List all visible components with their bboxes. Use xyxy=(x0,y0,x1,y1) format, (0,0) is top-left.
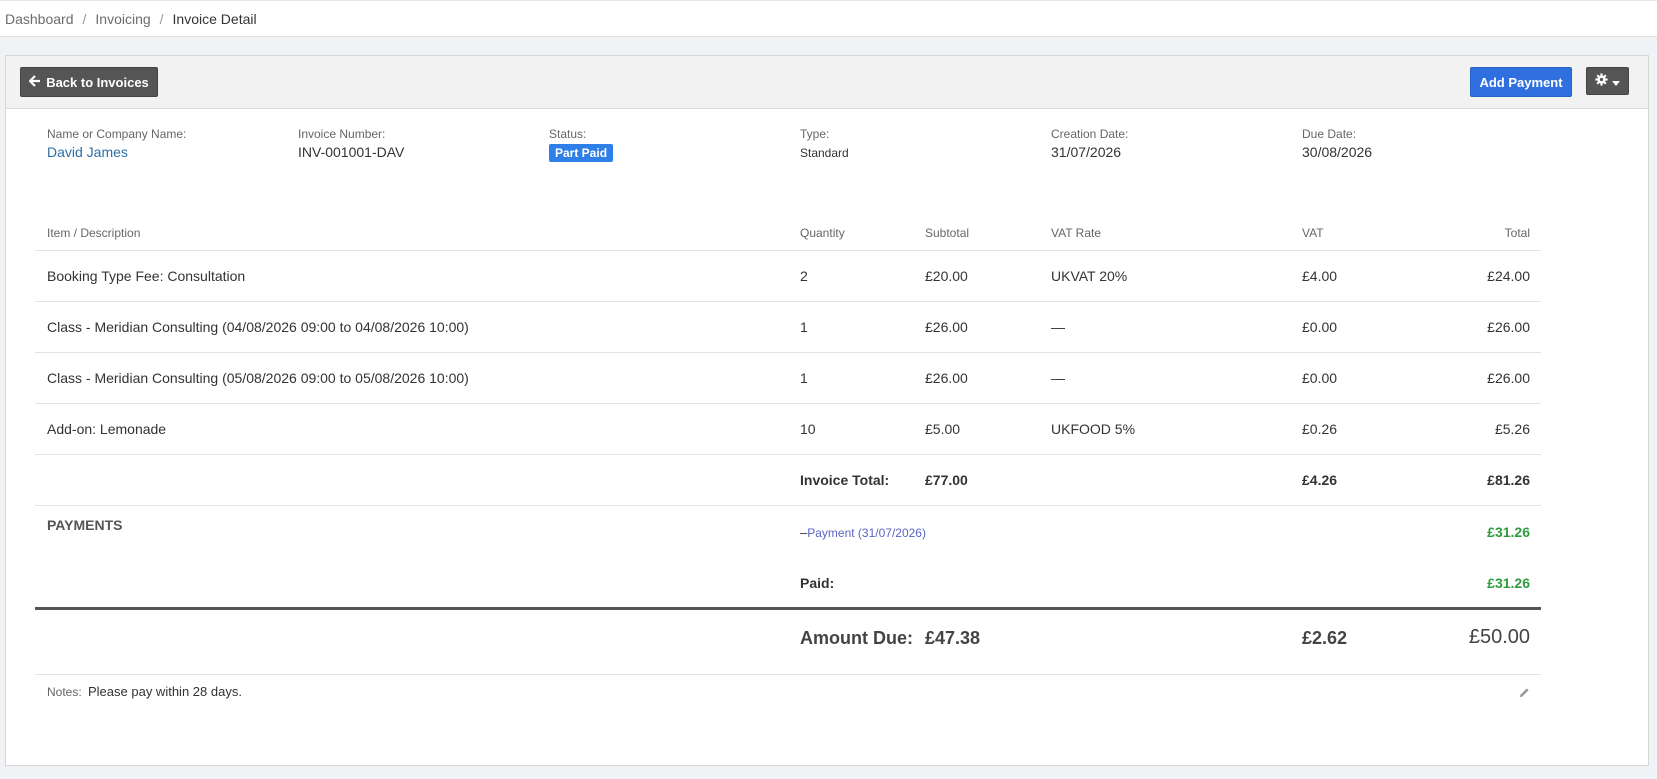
row-vat: £0.00 xyxy=(1302,319,1338,335)
payment-item: –Payment (31/07/2026) xyxy=(800,524,926,540)
back-to-invoices-button[interactable]: Back to Invoices xyxy=(20,67,158,97)
row-vat: £0.26 xyxy=(1302,421,1338,437)
due-date-label: Due Date: xyxy=(1302,127,1357,141)
breadcrumb-dashboard[interactable]: Dashboard xyxy=(5,11,74,27)
header-description: Item / Description xyxy=(47,226,141,240)
row-vat-rate: UKVAT 20% xyxy=(1051,268,1128,284)
divider xyxy=(35,505,1541,506)
row-description: Add-on: Lemonade xyxy=(47,421,167,437)
breadcrumb-separator: / xyxy=(159,10,164,27)
row-description: Booking Type Fee: Consultation xyxy=(47,268,246,284)
add-payment-button[interactable]: Add Payment xyxy=(1470,67,1572,97)
invoice-number-label: Invoice Number: xyxy=(298,127,386,141)
pencil-icon[interactable] xyxy=(1519,685,1530,701)
row-vat: £0.00 xyxy=(1302,370,1338,386)
status-label: Status: xyxy=(549,127,587,141)
row-vat-rate: — xyxy=(1051,370,1065,386)
invoice-number-value: INV-001001-DAV xyxy=(298,144,405,160)
invoice-total-total: £81.26 xyxy=(1487,472,1530,488)
invoice-total-vat: £4.26 xyxy=(1302,472,1338,488)
amount-due-divider xyxy=(35,607,1541,610)
row-quantity: 2 xyxy=(800,268,808,284)
gear-icon xyxy=(1595,73,1608,89)
amount-due-vat: £2.62 xyxy=(1302,628,1348,648)
breadcrumb: Dashboard / Invoicing / Invoice Detail xyxy=(0,0,1657,37)
row-description: Class - Meridian Consulting (04/08/2026 … xyxy=(47,319,469,335)
header-quantity: Quantity xyxy=(800,226,845,240)
breadcrumb-current: Invoice Detail xyxy=(172,10,257,27)
row-total: £26.00 xyxy=(1487,319,1530,335)
arrow-left-icon xyxy=(28,74,41,90)
creation-date-label: Creation Date: xyxy=(1051,127,1129,141)
breadcrumb-invoicing[interactable]: Invoicing xyxy=(95,11,150,27)
settings-dropdown-button[interactable] xyxy=(1586,67,1629,95)
row-subtotal: £26.00 xyxy=(925,370,968,386)
row-total: £24.00 xyxy=(1487,268,1530,284)
type-label: Type: xyxy=(800,127,830,141)
due-date-value: 30/08/2026 xyxy=(1302,144,1373,160)
divider xyxy=(35,454,1541,455)
header-total: Total xyxy=(1504,226,1530,240)
name-label: Name or Company Name: xyxy=(47,127,187,141)
divider xyxy=(35,403,1541,404)
header-subtotal: Subtotal xyxy=(925,226,970,240)
row-total: £5.26 xyxy=(1494,421,1530,437)
row-description: Class - Meridian Consulting (05/08/2026 … xyxy=(47,370,469,386)
amount-due-label: Amount Due: xyxy=(800,628,913,648)
paid-amount: £31.26 xyxy=(1487,575,1530,591)
caret-down-icon xyxy=(1612,73,1620,89)
notes-text: Please pay within 28 days. xyxy=(88,684,242,699)
divider xyxy=(35,301,1541,302)
creation-date-value: 31/07/2026 xyxy=(1051,144,1122,160)
row-vat: £4.00 xyxy=(1302,268,1338,284)
paid-label: Paid: xyxy=(800,575,835,591)
row-subtotal: £5.00 xyxy=(925,421,961,437)
payments-heading: PAYMENTS xyxy=(47,517,123,533)
row-quantity: 1 xyxy=(800,319,808,335)
header-vat-rate: VAT Rate xyxy=(1051,226,1102,240)
notes-label: Notes: xyxy=(47,685,82,699)
amount-due-subtotal: £47.38 xyxy=(925,628,981,648)
panel-toolbar: Back to Invoices Add Payment xyxy=(6,56,1648,109)
invoice-total-label: Invoice Total: xyxy=(800,472,890,488)
divider xyxy=(35,250,1541,251)
breadcrumb-separator: / xyxy=(82,10,87,27)
payment-link[interactable]: Payment (31/07/2026) xyxy=(807,526,926,540)
status-badge: Part Paid xyxy=(549,144,614,162)
type-value: Standard xyxy=(800,146,849,160)
row-vat-rate: UKFOOD 5% xyxy=(1051,421,1136,437)
back-button-label: Back to Invoices xyxy=(46,74,149,90)
row-quantity: 1 xyxy=(800,370,808,386)
row-vat-rate: — xyxy=(1051,319,1065,335)
divider xyxy=(35,352,1541,353)
row-quantity: 10 xyxy=(800,421,816,437)
row-total: £26.00 xyxy=(1487,370,1530,386)
row-subtotal: £20.00 xyxy=(925,268,968,284)
customer-name-link[interactable]: David James xyxy=(47,144,128,160)
payment-amount: £31.26 xyxy=(1487,524,1530,540)
amount-due-total: £50.00 xyxy=(1468,626,1530,648)
row-subtotal: £26.00 xyxy=(925,319,968,335)
invoice-panel: Back to Invoices Add Payment Name or Com… xyxy=(5,55,1649,766)
invoice-total-subtotal: £77.00 xyxy=(925,472,968,488)
divider xyxy=(35,674,1541,675)
header-vat: VAT xyxy=(1302,226,1324,240)
